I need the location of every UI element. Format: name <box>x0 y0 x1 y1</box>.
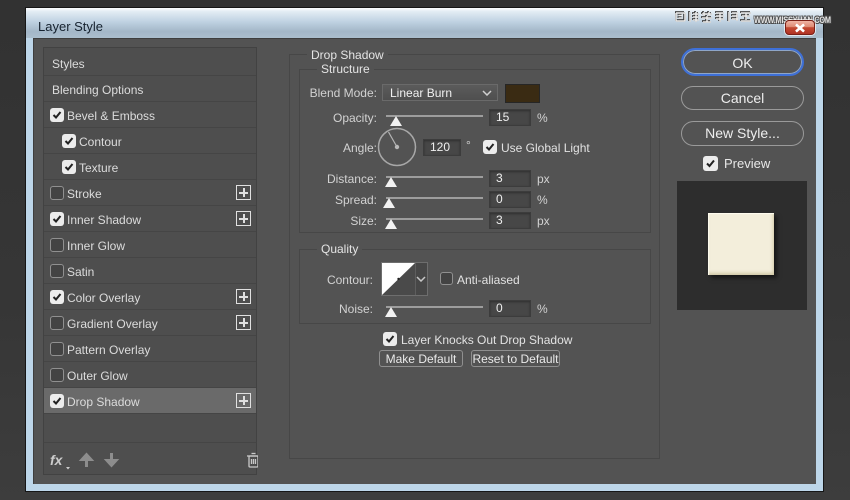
svg-text:fx: fx <box>50 452 64 468</box>
